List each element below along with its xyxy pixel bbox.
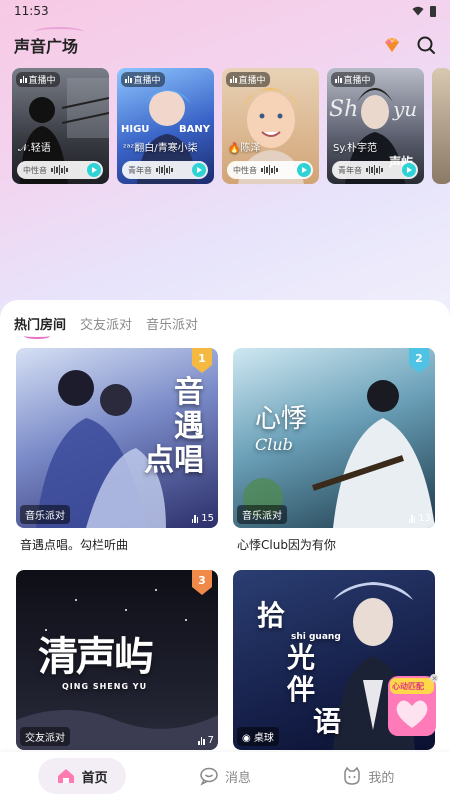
profile-cat-icon bbox=[344, 766, 361, 785]
listeners-icon bbox=[191, 514, 199, 523]
room-cover: 清声屿 QING SHENG YU 交友派对 7 bbox=[16, 570, 218, 750]
play-icon[interactable] bbox=[87, 163, 101, 177]
battery-icon bbox=[430, 5, 436, 17]
wifi-icon bbox=[412, 6, 424, 16]
room-tag: ◉ 桌球 bbox=[237, 727, 279, 746]
room-count: 15 bbox=[191, 513, 214, 524]
room-title-overlay: 心悸 Club bbox=[255, 404, 308, 454]
play-icon[interactable] bbox=[297, 163, 311, 177]
svg-text:3: 3 bbox=[198, 574, 206, 587]
voice-pill[interactable]: 中性音 bbox=[17, 161, 103, 179]
svg-text:Sh: Sh bbox=[329, 97, 358, 122]
listeners-icon bbox=[408, 514, 416, 523]
bottom-nav: 首页 消息 我的 bbox=[0, 752, 450, 800]
tab-friend-party[interactable]: 交友派对 bbox=[80, 314, 132, 333]
waveform-icon bbox=[261, 165, 278, 175]
svg-text:2: 2 bbox=[415, 352, 423, 365]
voice-pill[interactable]: 青年音 bbox=[332, 161, 418, 179]
header-actions bbox=[382, 35, 436, 55]
waveform-icon bbox=[366, 165, 383, 175]
waveform-icon bbox=[51, 165, 68, 175]
room-card[interactable]: 音 遇 点唱 音乐派对 15 1 音遇点唱。勾栏听曲 bbox=[16, 348, 218, 553]
room-title-overlay: 拾 shi guang 光 伴 语 bbox=[257, 599, 342, 738]
svg-text:HIGU: HIGU bbox=[121, 124, 149, 135]
live-card[interactable]: 直播中 🔥陈泽 中性音 bbox=[222, 68, 319, 184]
message-icon bbox=[200, 767, 218, 786]
nav-home[interactable]: 首页 bbox=[37, 758, 126, 794]
live-badge: 直播中 bbox=[226, 72, 270, 87]
room-count: 7 bbox=[198, 735, 214, 746]
live-card[interactable]: 直播中 𝒩.轻语 中性音 bbox=[12, 68, 109, 184]
page-title: 声音广场 bbox=[14, 27, 84, 57]
match-badge-label: 心动匹配 bbox=[392, 682, 424, 691]
header: 声音广场 bbox=[0, 27, 450, 60]
tab-music-party[interactable]: 音乐派对 bbox=[146, 314, 198, 333]
search-icon[interactable] bbox=[416, 35, 436, 55]
room-card[interactable]: 清声屿 QING SHENG YU 交友派对 7 3 bbox=[16, 570, 218, 750]
live-bars-icon bbox=[20, 76, 27, 83]
waveform-icon bbox=[156, 165, 173, 175]
svg-text:yu: yu bbox=[392, 97, 417, 121]
room-card[interactable]: 心悸 Club 音乐派对 13 2 心悸Club因为有你 bbox=[233, 348, 435, 553]
room-caption: 音遇点唱。勾栏听曲 bbox=[20, 538, 129, 552]
room-title-overlay: 音 遇 点唱 bbox=[144, 375, 204, 478]
rank-2-icon: 2 bbox=[409, 348, 429, 373]
status-time: 11:53 bbox=[14, 4, 49, 18]
room-cover: 心悸 Club 音乐派对 13 bbox=[233, 348, 435, 528]
live-card-name: ᶻᵃᶻ翻白/青寒小柒 bbox=[123, 143, 198, 154]
live-card-name: 𝒩.轻语 bbox=[18, 143, 51, 154]
voice-pill[interactable]: 青年音 bbox=[122, 161, 208, 179]
home-icon bbox=[57, 769, 74, 783]
live-badge: 直播中 bbox=[331, 72, 375, 87]
live-badge: 直播中 bbox=[16, 72, 60, 87]
heart-match-badge[interactable]: × 心动匹配 bbox=[386, 674, 438, 738]
live-card[interactable]: Sh yu 声屿 直播中 Sy.朴宇范 青年音 bbox=[327, 68, 424, 184]
status-bar: 11:53 bbox=[0, 0, 450, 22]
room-tag: 音乐派对 bbox=[20, 505, 70, 524]
status-icons bbox=[412, 5, 436, 17]
live-cards-row[interactable]: 直播中 𝒩.轻语 中性音 HIGU BANY 直播中 ᶻᵃᶻ翻白/青寒小柒 青年… bbox=[12, 68, 450, 186]
live-card-name: 🔥陈泽 bbox=[228, 143, 261, 154]
play-icon[interactable] bbox=[402, 163, 416, 177]
rank-1-icon: 1 bbox=[192, 348, 212, 373]
room-title-overlay: 清声屿 QING SHENG YU bbox=[38, 633, 154, 691]
live-bars-icon bbox=[230, 76, 237, 83]
room-tabs: 热门房间 交友派对 音乐派对 bbox=[14, 314, 198, 339]
live-badge: 直播中 bbox=[121, 72, 165, 87]
nav-messages[interactable]: 消息 bbox=[181, 758, 269, 794]
svg-text:1: 1 bbox=[198, 352, 206, 365]
room-tag: 交友派对 bbox=[20, 727, 70, 746]
svg-text:BANY: BANY bbox=[179, 124, 211, 135]
live-card[interactable]: HIGU BANY 直播中 ᶻᵃᶻ翻白/青寒小柒 青年音 bbox=[117, 68, 214, 184]
voice-pill[interactable]: 中性音 bbox=[227, 161, 313, 179]
tab-hot-rooms[interactable]: 热门房间 bbox=[14, 314, 66, 339]
room-cover: 音 遇 点唱 音乐派对 15 bbox=[16, 348, 218, 528]
listeners-icon bbox=[198, 736, 205, 745]
room-tag: 音乐派对 bbox=[237, 505, 287, 524]
room-count: 13 bbox=[408, 513, 431, 524]
live-card-name: Sy.朴宇范 bbox=[333, 143, 378, 154]
rooms-panel: 热门房间 交友派对 音乐派对 音 遇 点唱 音乐派对 15 1 音遇点唱。勾栏听… bbox=[0, 300, 450, 800]
live-bars-icon bbox=[125, 76, 132, 83]
play-icon[interactable] bbox=[192, 163, 206, 177]
svg-text:×: × bbox=[432, 675, 438, 683]
nav-profile[interactable]: 我的 bbox=[324, 758, 412, 794]
live-bars-icon bbox=[335, 76, 342, 83]
gem-icon[interactable] bbox=[382, 35, 402, 55]
rank-3-icon: 3 bbox=[192, 570, 212, 595]
live-card[interactable] bbox=[432, 68, 450, 184]
title-swirl-decoration bbox=[34, 27, 84, 37]
room-caption: 心悸Club因为有你 bbox=[237, 538, 336, 552]
